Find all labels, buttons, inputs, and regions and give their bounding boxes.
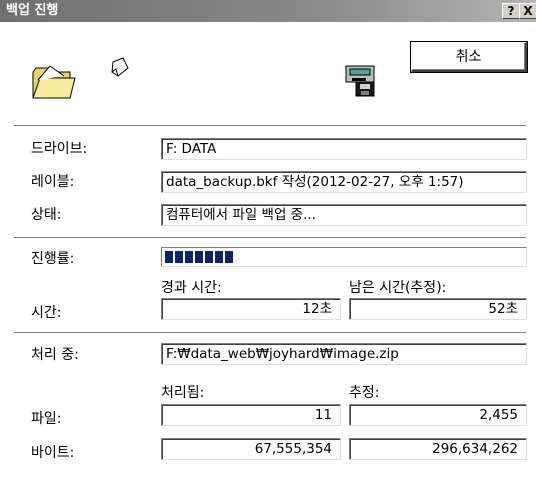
elapsed-time-label: 경과 시간: [161,280,222,296]
title-bar[interactable]: 백업 진행 ? X [0,0,536,22]
progress-segment [185,251,193,263]
progress-segment [205,251,213,263]
flying-document-icon [108,56,132,84]
time-label: 시간: [31,305,62,321]
files-label: 파일: [31,411,62,427]
backup-drive-icon [342,64,382,102]
files-estimated-value: 2,455 [349,404,527,426]
bytes-processed-value: 67,555,354 [161,438,341,460]
progress-fill [165,251,233,263]
open-folder-icon [30,60,76,106]
backup-progress-dialog: 백업 진행 ? X 취소 드라이브: F: DATA 레이블: data_bac… [0,0,536,477]
processed-header: 처리됨: [161,385,205,401]
bytes-estimated-value: 296,634,262 [349,438,527,460]
progress-segment [225,251,233,263]
progress-segment [175,251,183,263]
help-button[interactable]: ? [502,3,520,19]
close-button[interactable]: X [519,3,536,19]
volume-label-label: 레이블: [31,174,75,190]
remaining-time-value: 52초 [349,298,527,320]
progress-label: 진행률: [31,251,75,267]
files-processed-value: 11 [161,404,341,426]
drive-value: F: DATA [161,138,527,160]
elapsed-time-value: 12초 [161,298,341,320]
status-value: 컴퓨터에서 파일 백업 중... [161,204,527,226]
separator [14,332,526,334]
progress-segment [165,251,173,263]
volume-label-value: data_backup.bkf 작성(2012-02-27, 오후 1:57) [161,171,527,193]
estimated-header: 추정: [349,385,380,401]
progress-segment [195,251,203,263]
progress-bar [161,247,527,267]
processing-label: 처리 중: [31,347,79,363]
drive-label: 드라이브: [31,141,88,157]
remaining-time-label: 남은 시간(추정): [349,280,447,296]
separator [14,237,526,239]
separator [14,125,526,127]
progress-segment [215,251,223,263]
processing-value: F:₩data_web₩joyhard₩image.zip [161,343,527,365]
cancel-button[interactable]: 취소 [411,42,527,72]
window-title: 백업 진행 [6,3,59,18]
status-label: 상태: [31,207,62,223]
bytes-label: 바이트: [31,445,75,461]
